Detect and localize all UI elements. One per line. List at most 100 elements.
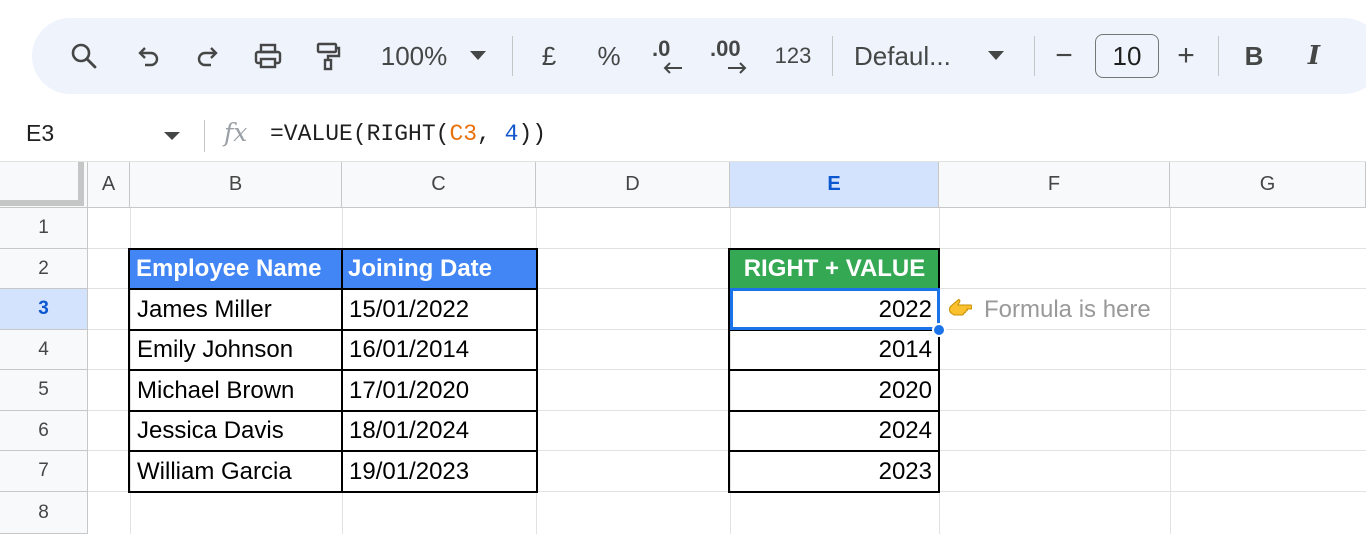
row-header-4[interactable]: 4 [0,330,88,370]
currency-label: £ [541,40,557,71]
decrease-font-size-button[interactable]: − [1048,18,1080,94]
minus-icon: − [1055,39,1073,72]
formula-suffix: )) [518,121,547,147]
cell-b6[interactable]: Jessica Davis [130,411,342,451]
cell-e6[interactable]: 2024 [730,411,939,451]
gridline [536,208,537,534]
italic-icon: I [1307,41,1321,71]
formula-note-text: Formula is here [984,295,1151,323]
column-header-d[interactable]: D [536,162,730,208]
undo-icon [138,47,159,67]
row-header-2[interactable]: 2 [0,249,88,289]
percent-button[interactable]: % [592,18,626,94]
toolbar-divider [512,36,513,76]
bold-icon: B [1244,40,1264,71]
redo-icon [197,47,218,67]
column-header-b[interactable]: B [130,162,342,208]
paint-format-button[interactable] [308,18,348,94]
increase-decimal-button[interactable]: .00 [708,18,752,94]
formula-number: 4 [504,121,519,147]
percent-label: % [597,40,621,71]
fill-handle[interactable] [932,323,946,337]
search-button[interactable] [62,18,106,94]
row-header-6[interactable]: 6 [0,411,88,451]
cell-e3[interactable]: 2022 [730,289,939,330]
cell-c5[interactable]: 17/01/2020 [342,370,536,411]
formula-cell-ref: C3 [449,121,478,147]
column-header-c[interactable]: C [342,162,536,208]
bold-button[interactable]: B [1238,18,1270,94]
result-table-border [728,329,940,331]
cell-b2[interactable]: Employee Name [130,249,342,289]
row-header-5[interactable]: 5 [0,370,88,411]
table-border [128,329,538,331]
row-header-1[interactable]: 1 [0,208,88,249]
result-table-border [728,369,940,371]
result-table-border [728,410,940,412]
freeze-column-handle[interactable] [78,162,84,204]
gridline [1170,208,1171,534]
table-border [128,410,538,412]
cell-b7[interactable]: William Garcia [130,451,342,492]
cell-e5[interactable]: 2020 [730,370,939,411]
row-header-3[interactable]: 3 [0,289,88,330]
number-format-button[interactable]: 123 [768,18,818,94]
cell-c6[interactable]: 18/01/2024 [342,411,536,451]
italic-button[interactable]: I [1298,18,1330,94]
undo-button[interactable] [128,18,168,94]
column-header-a[interactable]: A [88,162,130,208]
fx-icon: fx [224,118,248,147]
name-box[interactable]: E3 [26,120,54,147]
cell-e4[interactable]: 2014 [730,330,939,370]
gridline [939,208,940,534]
toolbar-area: 100% £ % .0 .00 123 Defaul... − 10 + B I [0,0,1366,108]
freeze-row-handle[interactable] [0,200,84,206]
cell-b3[interactable]: James Miller [130,289,342,330]
name-box-dropdown-icon[interactable] [164,132,180,140]
zoom-dropdown-icon[interactable] [466,18,490,94]
decrease-decimal-button[interactable]: .0 [648,18,688,94]
zoom-select[interactable]: 100% [372,18,456,94]
table-border [128,369,538,371]
arrow-right-icon [728,62,747,74]
currency-button[interactable]: £ [532,18,566,94]
search-icon [71,43,97,69]
cell-b5[interactable]: Michael Brown [130,370,342,411]
formula-input[interactable]: =VALUE(RIGHT(C3, 4)) [270,121,546,147]
select-all-corner[interactable] [0,162,88,208]
formula-bar: E3 fx =VALUE(RIGHT(C3, 4)) [0,108,1366,162]
cell-c2[interactable]: Joining Date [342,249,536,289]
number-format-label: 123 [774,43,812,68]
redo-button[interactable] [188,18,228,94]
table-border [128,288,538,290]
formula-note: Formula is here [946,289,1151,330]
cell-c3[interactable]: 15/01/2022 [342,289,536,330]
column-header-f[interactable]: F [939,162,1170,208]
spreadsheet-grid: A B C D E F G 1 2 3 4 5 6 7 8 Employee N… [0,162,1366,534]
row-header-7[interactable]: 7 [0,451,88,492]
cell-e7[interactable]: 2023 [730,451,939,492]
font-family-dropdown-icon[interactable] [984,18,1008,94]
cell-b4[interactable]: Emily Johnson [130,330,342,370]
print-button[interactable] [248,18,288,94]
arrow-left-icon [663,62,682,74]
toolbar: 100% £ % .0 .00 123 Defaul... − 10 + B I [32,18,1366,94]
formula-prefix: =VALUE(RIGHT( [270,121,450,147]
column-header-e[interactable]: E [730,162,939,208]
font-size-input[interactable]: 10 [1095,34,1159,78]
cell-c7[interactable]: 19/01/2023 [342,451,536,492]
cell-e2[interactable]: RIGHT + VALUE [730,249,939,289]
paint-format-icon [316,42,341,71]
toolbar-divider [1218,36,1219,76]
cell-c4[interactable]: 16/01/2014 [342,330,536,370]
row-header-8[interactable]: 8 [0,492,88,534]
toolbar-divider [832,36,833,76]
table-border [128,450,538,452]
font-family-value: Defaul... [854,40,951,71]
column-header-g[interactable]: G [1170,162,1366,208]
font-family-select[interactable]: Defaul... [854,18,966,94]
zoom-value: 100% [380,40,448,71]
pointing-hand-icon [946,297,973,323]
increase-font-size-button[interactable]: + [1170,18,1202,94]
result-table-border [728,450,940,452]
